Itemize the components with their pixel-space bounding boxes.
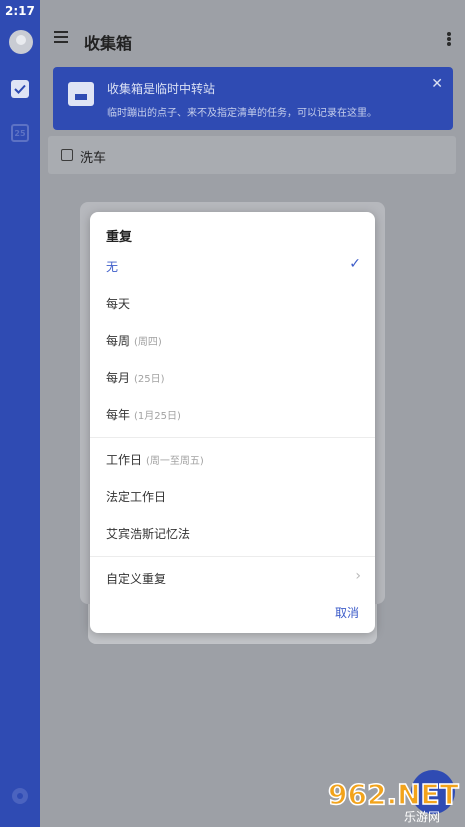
chevron-right-icon: › [355,568,361,584]
close-icon[interactable]: ✕ [431,76,443,92]
menu-icon[interactable] [54,31,68,43]
calendar-icon[interactable]: 25 [11,124,29,142]
sidebar: 2:17 25 [0,0,40,827]
repeat-option-daily[interactable]: 每天 [90,285,375,322]
option-label: 每年 (1月25日) [106,408,181,422]
repeat-option-monthly[interactable]: 每月 (25日) [90,359,375,396]
task-row[interactable]: 洗车 [48,136,456,174]
more-icon[interactable] [447,32,451,46]
watermark-subtext: 乐游网 [404,810,440,824]
status-time: 2:17 [5,4,35,18]
checkmark-icon: ✓ [349,256,361,272]
option-label: 无 [106,260,119,274]
repeat-option-custom[interactable]: 自定义重复 › [90,560,375,597]
top-bar: 收集箱 [40,0,465,64]
check-box-icon[interactable] [11,80,29,98]
watermark-text: 962.NET [328,778,459,811]
settings-icon[interactable] [12,788,28,804]
repeat-dialog: 重复 无 ✓ 每天 每周 (周四) 每月 (25日) 每年 (1月25日) 工作日 (周… [90,212,375,633]
avatar[interactable] [9,30,33,54]
calendar-day: 25 [14,128,26,138]
option-hint: (1月25日) [134,411,181,422]
repeat-option-ebbinghaus[interactable]: 艾宾浩斯记忆法 [90,515,375,552]
task-label: 洗车 [80,151,107,166]
option-label: 每天 [106,297,131,311]
repeat-option-weekly[interactable]: 每周 (周四) [90,322,375,359]
banner-description: 临时蹦出的点子、来不及指定清单的任务，可以记录在这里。 [107,108,377,119]
divider [90,437,375,438]
watermark-logo: 962.NET 乐游网 [327,777,459,824]
task-checkbox[interactable] [61,149,73,161]
inbox-banner: 收集箱是临时中转站 临时蹦出的点子、来不及指定清单的任务，可以记录在这里。 ✕ [53,67,453,130]
divider [90,556,375,557]
dialog-title: 重复 [106,230,133,245]
option-hint: (周四) [134,337,162,348]
option-label: 每月 (25日) [106,371,165,385]
cancel-button[interactable]: 取消 [335,604,359,621]
option-label: 每周 (周四) [106,334,162,348]
option-label: 自定义重复 [106,572,167,586]
option-label: 艾宾浩斯记忆法 [106,527,191,541]
repeat-option-yearly[interactable]: 每年 (1月25日) [90,396,375,433]
option-hint: (25日) [134,374,165,385]
option-label: 工作日 (周一至周五) [106,453,204,467]
banner-title: 收集箱是临时中转站 [107,82,216,96]
inbox-icon [68,82,94,106]
repeat-option-workdays[interactable]: 工作日 (周一至周五) [90,441,375,478]
page-title: 收集箱 [84,34,133,53]
option-label: 法定工作日 [106,490,167,504]
repeat-option-legal-workdays[interactable]: 法定工作日 [90,478,375,515]
repeat-option-none[interactable]: 无 ✓ [90,248,375,285]
option-hint: (周一至周五) [146,456,204,467]
